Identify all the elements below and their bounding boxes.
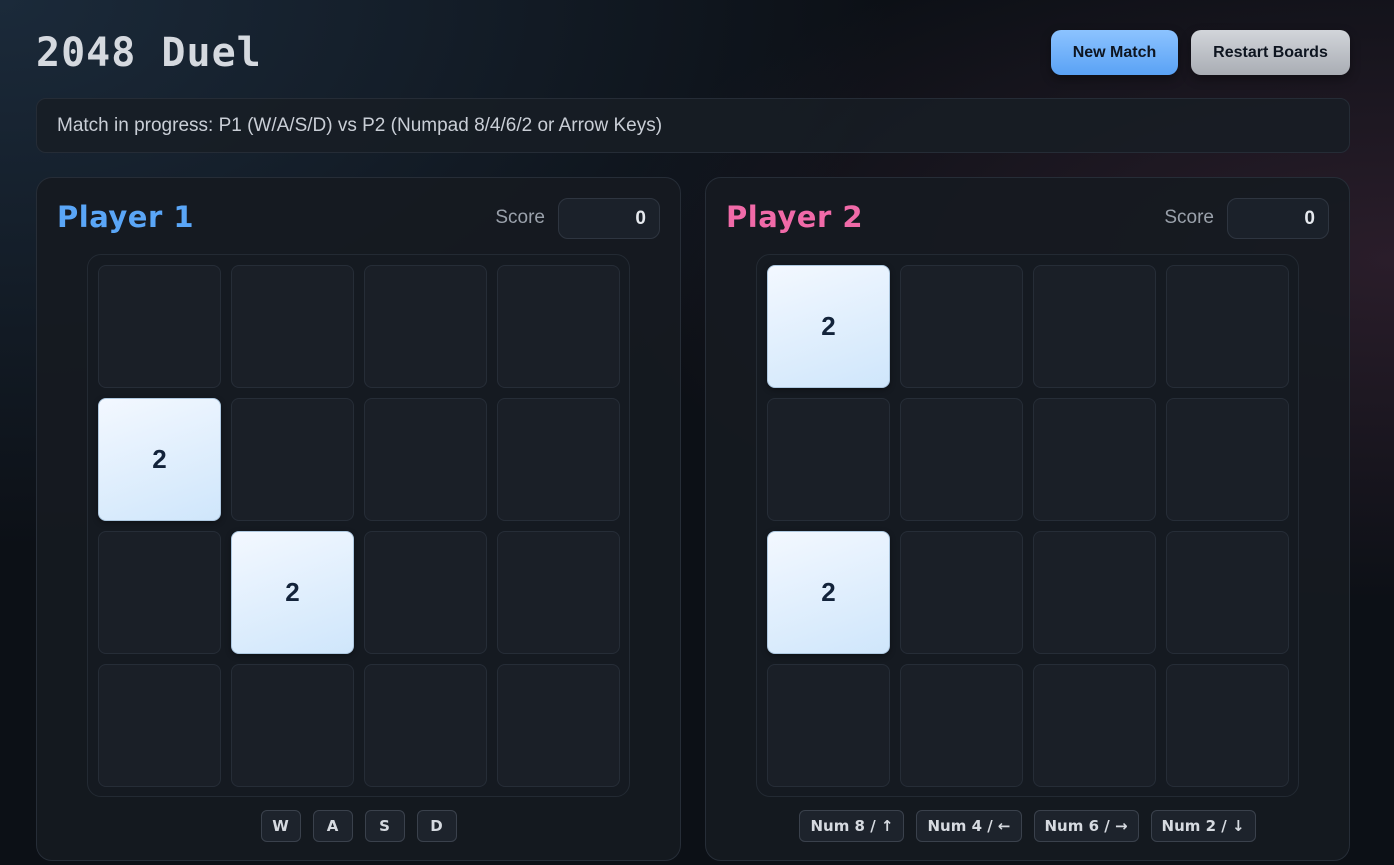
tile-2: 2 (767, 531, 890, 654)
grid-cell (900, 531, 1023, 654)
grid-cell (231, 265, 354, 388)
grid-cell (1166, 398, 1289, 521)
key-hint: A (312, 810, 353, 842)
grid-cell (497, 398, 620, 521)
grid-cell (1033, 531, 1156, 654)
player-2-score-label: Score (1164, 207, 1214, 228)
grid-cell (1166, 531, 1289, 654)
key-hint: W (260, 810, 301, 842)
grid-cell (364, 664, 487, 787)
player-2-board: 22 (756, 254, 1299, 797)
player-1-name: Player 1 (57, 200, 195, 234)
grid-cell (900, 265, 1023, 388)
grid-cell (98, 664, 221, 787)
player-2-score: 0 (1227, 198, 1329, 239)
grid-cell (1166, 664, 1289, 787)
grid-cell (497, 531, 620, 654)
tile-2: 2 (767, 265, 890, 388)
grid-cell (767, 398, 890, 521)
grid-cell (1033, 398, 1156, 521)
key-hint: Num 6 / → (1033, 810, 1139, 842)
player-2-key-hints: Num 8 / ↑ Num 4 / ← Num 6 / → Num 2 / ↓ (706, 810, 1349, 842)
player-1-score-label: Score (495, 207, 545, 228)
grid-cell (364, 398, 487, 521)
key-hint: S (364, 810, 405, 842)
grid-cell (364, 265, 487, 388)
restart-boards-button[interactable]: Restart Boards (1191, 30, 1350, 75)
grid-cell (231, 664, 354, 787)
key-hint: Num 4 / ← (916, 810, 1022, 842)
player-1-score: 0 (558, 198, 660, 239)
key-hint: D (416, 810, 457, 842)
grid-cell (497, 265, 620, 388)
grid-cell (1033, 664, 1156, 787)
player-1-panel: Player 1 Score 0 22 WASD (36, 177, 681, 861)
grid-cell (900, 664, 1023, 787)
grid-cell (767, 664, 890, 787)
game-title: 2048 Duel (36, 30, 262, 76)
grid-cell (497, 664, 620, 787)
key-hint: Num 8 / ↑ (799, 810, 905, 842)
grid-cell (364, 531, 487, 654)
grid-cell (231, 398, 354, 521)
grid-cell (98, 531, 221, 654)
grid-cell (1033, 265, 1156, 388)
player-2-name: Player 2 (726, 200, 864, 234)
tile-2: 2 (231, 531, 354, 654)
grid-cell (98, 265, 221, 388)
player-1-board: 22 (87, 254, 630, 797)
tile-2: 2 (98, 398, 221, 521)
grid-cell (900, 398, 1023, 521)
player-1-key-hints: WASD (37, 810, 680, 842)
status-bar: Match in progress: P1 (W/A/S/D) vs P2 (N… (36, 98, 1350, 153)
grid-cell (1166, 265, 1289, 388)
new-match-button[interactable]: New Match (1051, 30, 1178, 75)
key-hint: Num 2 / ↓ (1150, 810, 1256, 842)
player-2-panel: Player 2 Score 0 22 Num 8 / ↑ Num 4 / ← Nu… (705, 177, 1350, 861)
